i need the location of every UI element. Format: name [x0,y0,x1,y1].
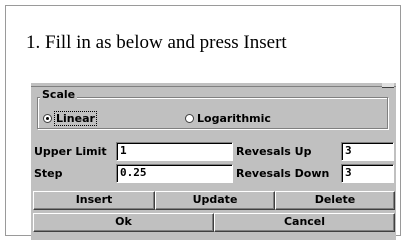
step-label: Step [34,167,63,180]
reversals-up-label: Revesals Up [236,145,312,158]
radio-unchecked-icon[interactable] [185,114,194,123]
upper-limit-input[interactable]: 1 [116,142,233,161]
cancel-button[interactable]: Cancel [214,213,395,232]
radio-linear[interactable]: Linear [43,111,97,126]
radio-logarithmic[interactable]: Logarithmic [185,112,271,125]
reversals-down-input[interactable]: 3 [341,164,394,183]
insert-button[interactable]: Insert [33,191,155,210]
step-input[interactable]: 0.25 [116,164,233,183]
scale-group-title: Scale [40,88,78,101]
scale-settings-dialog: Scale Linear Logarithmic Upper Limit 1 R… [31,83,396,240]
upper-limit-label: Upper Limit [34,145,107,158]
update-button[interactable]: Update [155,191,275,210]
instruction-panel: 1. Fill in as below and press Insert Sca… [5,5,401,240]
resize-grip-icon[interactable] [382,83,394,88]
radio-checked-icon[interactable] [43,114,52,123]
dialog-top-edge [31,83,396,87]
delete-button[interactable]: Delete [275,191,395,210]
instruction-text: 1. Fill in as below and press Insert [26,32,287,53]
reversals-down-label: Revesals Down [236,167,330,180]
reversals-up-input[interactable]: 3 [341,142,394,161]
ok-button[interactable]: Ok [33,213,214,232]
radio-linear-label: Linear [54,111,97,126]
radio-logarithmic-label: Logarithmic [197,112,271,125]
